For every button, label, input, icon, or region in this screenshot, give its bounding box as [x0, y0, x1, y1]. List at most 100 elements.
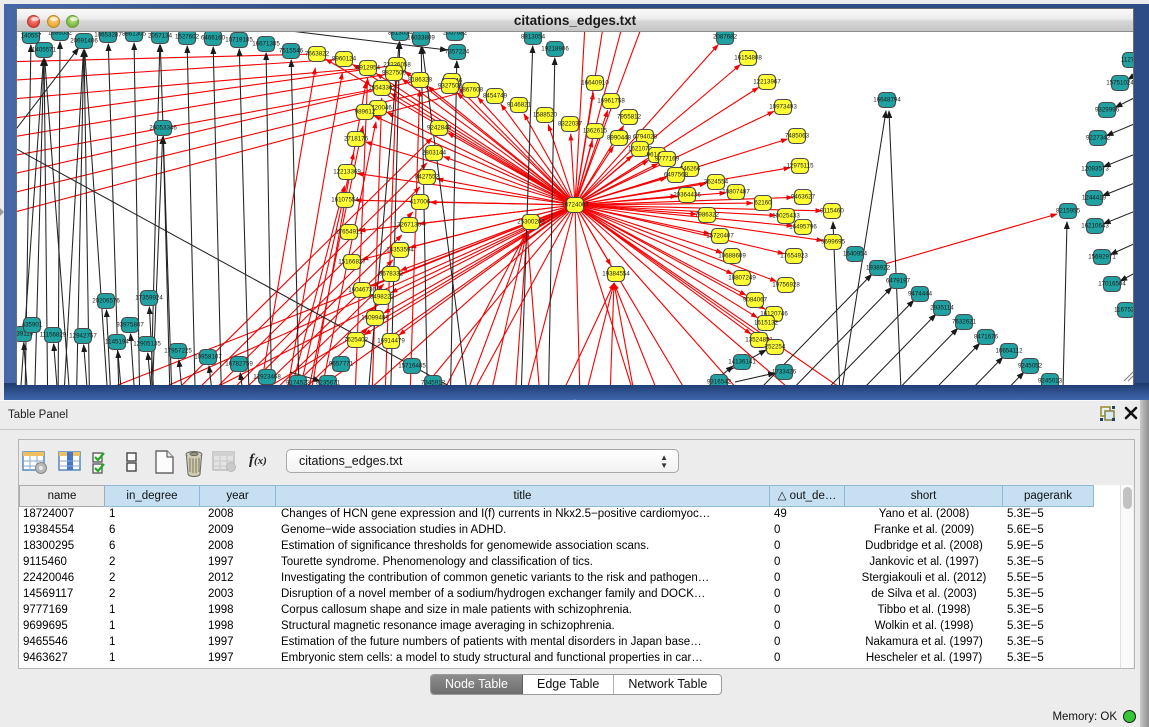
svg-text:16495796: 16495796	[789, 224, 817, 231]
svg-text:3498222: 3498222	[370, 294, 395, 301]
svg-text:19218906: 19218906	[541, 46, 569, 53]
svg-text:7632621: 7632621	[952, 319, 977, 326]
svg-text:6466160: 6466160	[201, 35, 226, 42]
svg-text:9827509: 9827509	[382, 70, 407, 77]
svg-text:7663822: 7663822	[305, 51, 330, 58]
svg-text:9242848: 9242848	[427, 125, 452, 132]
svg-text:6479197: 6479197	[886, 278, 911, 285]
svg-text:15751024: 15751024	[1106, 80, 1133, 87]
svg-text:1986532: 1986532	[48, 32, 73, 37]
svg-text:10654112: 10654112	[995, 348, 1023, 355]
svg-text:1405571: 1405571	[32, 47, 57, 54]
svg-text:2057682: 2057682	[443, 32, 468, 37]
svg-text:10653287: 10653287	[94, 32, 122, 39]
svg-text:17654923: 17654923	[780, 253, 808, 260]
svg-text:112757: 112757	[1121, 57, 1133, 64]
svg-text:1244419: 1244419	[1082, 195, 1107, 202]
svg-text:7625402: 7625402	[344, 337, 369, 344]
svg-text:10025433: 10025433	[772, 213, 800, 220]
svg-text:16543362: 16543362	[368, 85, 396, 92]
svg-text:989612: 989612	[355, 109, 376, 116]
svg-text:9227342: 9227342	[1086, 135, 1111, 142]
svg-text:1938922: 1938922	[866, 265, 891, 272]
svg-text:17654912: 17654912	[335, 229, 363, 236]
svg-text:3624554: 3624554	[704, 179, 729, 186]
svg-text:9084067: 9084067	[743, 297, 768, 304]
svg-text:19756928: 19756928	[772, 282, 800, 289]
svg-text:9146821: 9146821	[507, 102, 532, 109]
svg-text:16961758: 16961758	[597, 98, 625, 105]
svg-text:2935114: 2935114	[930, 305, 954, 312]
svg-text:6497568: 6497568	[664, 172, 689, 179]
svg-text:2867608: 2867608	[459, 87, 484, 94]
svg-text:16782759: 16782759	[225, 361, 253, 368]
svg-text:2803144: 2803144	[422, 150, 447, 157]
svg-text:18807249: 18807249	[728, 275, 756, 282]
svg-text:8960124: 8960124	[332, 56, 357, 63]
svg-text:1167531: 1167531	[1114, 307, 1133, 314]
svg-text:252254: 252254	[765, 344, 786, 351]
svg-text:14099489: 14099489	[361, 315, 389, 322]
svg-text:17016504: 17016504	[1098, 281, 1126, 288]
svg-text:25300203: 25300203	[517, 219, 545, 226]
svg-text:17957225: 17957225	[164, 348, 192, 355]
svg-text:10688609: 10688609	[718, 253, 746, 260]
svg-text:1527602: 1527602	[175, 34, 200, 41]
svg-text:10958107: 10958107	[194, 354, 222, 361]
svg-text:12093573: 12093573	[1081, 166, 1109, 173]
svg-text:9699695: 9699695	[821, 239, 846, 246]
svg-text:14136141: 14136141	[728, 359, 756, 366]
svg-text:9329996: 9329996	[1095, 107, 1120, 114]
svg-text:1733426: 1733426	[772, 369, 797, 376]
svg-text:9245052: 9245052	[1018, 363, 1043, 370]
svg-text:16914479: 16914479	[377, 338, 405, 345]
svg-text:16046736: 16046736	[348, 287, 376, 294]
svg-text:7345912: 7345912	[421, 380, 446, 386]
svg-text:1362615: 1362615	[583, 128, 608, 135]
svg-text:9777169: 9777169	[655, 156, 680, 163]
svg-text:7485063: 7485063	[785, 133, 810, 140]
svg-text:62160: 62160	[754, 200, 772, 207]
svg-text:16648794: 16648794	[873, 97, 901, 104]
svg-text:16154808: 16154808	[734, 55, 762, 62]
svg-text:8215955: 8215955	[1056, 208, 1081, 215]
svg-text:8813054: 8813054	[521, 34, 546, 41]
svg-text:20691406: 20691406	[70, 38, 98, 45]
svg-text:12975115: 12975115	[786, 163, 814, 170]
svg-text:12213369: 12213369	[333, 169, 361, 176]
svg-text:11156829: 11156829	[40, 332, 67, 339]
svg-text:9316542: 9316542	[707, 379, 732, 386]
svg-text:9174523: 9174523	[286, 380, 311, 386]
svg-text:140557: 140557	[21, 33, 42, 40]
svg-text:18724007: 18724007	[561, 202, 589, 209]
svg-text:20206576: 20206576	[92, 298, 120, 305]
svg-text:8471676: 8471676	[974, 334, 999, 341]
svg-text:435901: 435901	[22, 322, 43, 329]
svg-text:12923468: 12923468	[253, 374, 281, 381]
svg-text:2718176: 2718176	[344, 136, 369, 143]
svg-text:2057134: 2057134	[148, 33, 173, 40]
svg-text:8322037: 8322037	[558, 121, 583, 128]
svg-text:7515546: 7515546	[279, 48, 304, 55]
svg-text:7986322: 7986322	[695, 212, 720, 219]
svg-text:1640954: 1640954	[843, 251, 868, 258]
svg-text:14353594: 14353594	[386, 247, 414, 254]
svg-text:10719185: 10719185	[225, 37, 253, 44]
svg-text:7955812: 7955812	[617, 114, 642, 121]
svg-text:16033809: 16033809	[407, 35, 435, 42]
svg-text:26053346: 26053346	[149, 125, 177, 132]
svg-text:8186328: 8186328	[408, 77, 433, 84]
svg-text:9474444: 9474444	[908, 291, 933, 298]
svg-text:3267130: 3267130	[397, 222, 422, 229]
svg-text:8861305: 8861305	[122, 32, 147, 38]
svg-text:15716485: 15716485	[398, 363, 426, 370]
svg-text:16210643: 16210643	[1081, 223, 1109, 230]
svg-text:8235671: 8235671	[316, 380, 341, 386]
svg-text:8427552: 8427552	[415, 174, 440, 181]
svg-text:16640910: 16640910	[581, 80, 609, 87]
svg-text:1145194: 1145194	[105, 339, 129, 346]
svg-text:93975887: 93975887	[116, 322, 144, 329]
svg-text:16671385: 16671385	[252, 41, 280, 48]
svg-text:2087682: 2087682	[713, 34, 738, 41]
svg-text:9115460: 9115460	[820, 208, 844, 215]
